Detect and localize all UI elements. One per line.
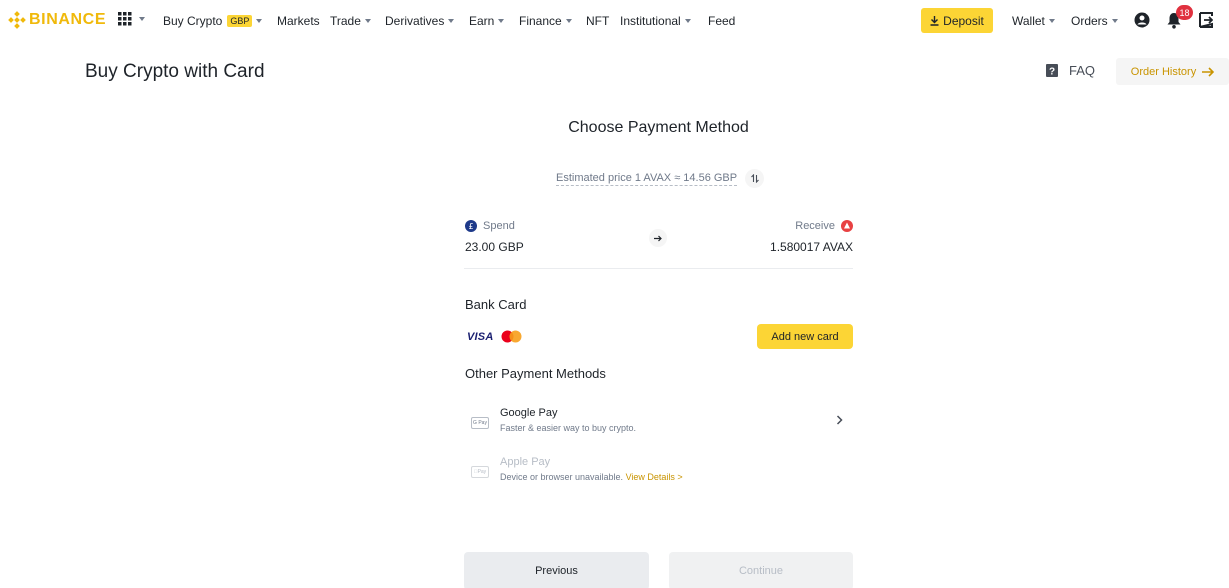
- nav-nft-label: NFT: [586, 14, 610, 28]
- svg-text:?: ?: [1049, 67, 1055, 78]
- gbp-currency-icon: £: [465, 220, 477, 232]
- chevron-down-icon: [1111, 19, 1118, 23]
- grid-icon: [118, 12, 132, 26]
- payment-method-description: Device or browser unavailable. View Deta…: [500, 472, 683, 482]
- divider: [464, 268, 853, 269]
- svg-text:£: £: [468, 222, 473, 231]
- nav-wallet-label: Wallet: [1012, 14, 1045, 28]
- binance-logo-icon: [8, 11, 26, 29]
- unavailable-text: Device or browser unavailable.: [500, 472, 624, 482]
- chevron-down-icon: [565, 19, 572, 23]
- visa-logo: VISA: [467, 331, 494, 343]
- receive-amount: 1.580017 AVAX: [770, 240, 853, 254]
- nav-feed-label: Feed: [708, 14, 736, 28]
- payment-method-google-pay[interactable]: G Pay Google Pay Faster & easier way to …: [464, 407, 853, 447]
- nav-wallet[interactable]: Wallet: [1012, 14, 1055, 28]
- currency-badge: GBP: [227, 15, 253, 27]
- nav-derivatives[interactable]: Derivatives: [385, 14, 455, 28]
- chevron-down-icon: [364, 19, 371, 23]
- payment-method-description: Faster & easier way to buy crypto.: [500, 423, 637, 433]
- receive-label: Receive: [795, 220, 835, 232]
- spend-label: Spend: [483, 220, 515, 232]
- nav-institutional[interactable]: Institutional: [620, 14, 691, 28]
- chevron-down-icon: [448, 19, 455, 23]
- faq-link[interactable]: ? FAQ: [1045, 63, 1095, 78]
- estimated-price: Estimated price 1 AVAX ≈ 14.56 GBP: [556, 171, 738, 186]
- other-payment-heading: Other Payment Methods: [465, 366, 606, 381]
- chevron-down-icon: [139, 17, 145, 21]
- receive-label-row: Receive: [795, 220, 853, 232]
- nav-earn-label: Earn: [469, 14, 495, 28]
- nav-trade[interactable]: Trade: [330, 14, 371, 28]
- nav-orders[interactable]: Orders: [1071, 14, 1118, 28]
- nav-nft[interactable]: NFT: [586, 14, 609, 28]
- order-history-label: Order History: [1130, 65, 1197, 78]
- apple-pay-icon: Pay: [471, 466, 489, 478]
- panel-title: Choose Payment Method: [568, 119, 749, 136]
- payment-method-apple-pay: Pay Apple Pay Device or browser unavail…: [464, 456, 853, 496]
- bank-card-heading: Bank Card: [465, 297, 527, 312]
- download-icon: [930, 15, 939, 26]
- nav-trade-label: Trade: [330, 14, 361, 28]
- google-pay-icon: G Pay: [471, 417, 489, 429]
- deposit-button[interactable]: Deposit: [921, 8, 993, 33]
- mastercard-icon: [501, 330, 522, 343]
- download-app-button[interactable]: [1199, 12, 1213, 28]
- nav-feed[interactable]: Feed: [708, 14, 735, 28]
- chevron-down-icon: [256, 19, 263, 23]
- nav-buy-crypto-label: Buy Crypto: [163, 14, 223, 28]
- chevron-down-icon: [498, 19, 505, 23]
- deposit-label: Deposit: [943, 13, 984, 28]
- estimated-price-row: Estimated price 1 AVAX ≈ 14.56 GBP: [556, 169, 765, 188]
- nav-institutional-label: Institutional: [620, 14, 681, 28]
- swap-icon: [750, 174, 759, 183]
- payment-method-name: Google Pay: [500, 407, 558, 419]
- nav-markets[interactable]: Markets: [277, 14, 320, 28]
- chevron-right-icon: [836, 415, 843, 425]
- direction-arrow: [649, 229, 667, 247]
- previous-button[interactable]: Previous: [464, 552, 649, 588]
- faq-label: FAQ: [1069, 63, 1096, 78]
- binance-logo[interactable]: BINANCE: [8, 11, 106, 29]
- swap-rate-button[interactable]: [745, 169, 765, 188]
- chevron-down-icon: [684, 19, 691, 23]
- apps-menu-button[interactable]: [118, 12, 145, 26]
- arrow-right-icon: [1202, 66, 1215, 77]
- avax-currency-icon: [841, 220, 853, 232]
- faq-icon: ?: [1046, 64, 1058, 78]
- arrow-right-icon: [654, 235, 662, 241]
- nav-finance[interactable]: Finance: [519, 14, 572, 28]
- nav-earn[interactable]: Earn: [469, 14, 505, 28]
- page-title: Buy Crypto with Card: [85, 61, 265, 82]
- nav-markets-label: Markets: [277, 14, 320, 28]
- payment-method-name: Apple Pay: [500, 456, 551, 468]
- top-nav: BINANCE Buy Crypto GBP Markets Trade Der…: [0, 0, 1229, 42]
- spend-label-row: £ Spend: [465, 220, 515, 232]
- nav-derivatives-label: Derivatives: [385, 14, 445, 28]
- account-button[interactable]: [1134, 12, 1150, 28]
- notification-count-badge: 18: [1176, 5, 1193, 20]
- brand-name: BINANCE: [29, 11, 107, 28]
- exit-icon: [1199, 12, 1213, 28]
- nav-buy-crypto[interactable]: Buy Crypto GBP: [163, 14, 263, 28]
- add-new-card-button[interactable]: Add new card: [757, 324, 853, 349]
- nav-orders-label: Orders: [1071, 14, 1108, 28]
- order-history-button[interactable]: Order History: [1116, 58, 1229, 85]
- view-details-link[interactable]: View Details >: [626, 472, 683, 482]
- continue-button[interactable]: Continue: [669, 552, 853, 588]
- user-icon: [1134, 12, 1150, 28]
- chevron-down-icon: [1048, 19, 1055, 23]
- nav-finance-label: Finance: [519, 14, 562, 28]
- spend-amount: 23.00 GBP: [465, 240, 524, 254]
